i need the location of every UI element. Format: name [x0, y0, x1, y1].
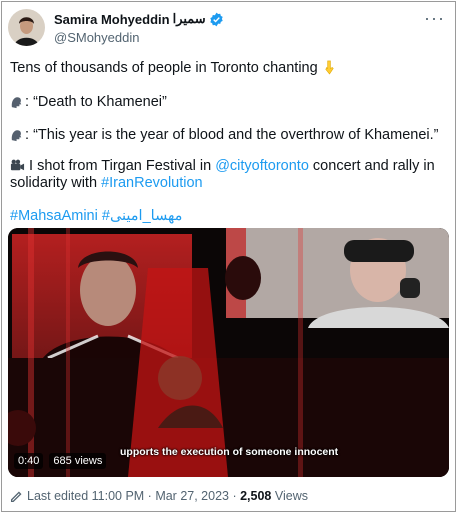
tweet-footer: Last edited 11:00 PM · Mar 27, 2023 · 2,… [10, 489, 308, 503]
tweet-card: Samira Mohyeddin سمیرا @SMohyeddin ··· T… [1, 1, 456, 512]
video-player[interactable]: upports the execution of someone innocen… [8, 228, 449, 477]
speaking-head-emoji-icon [11, 97, 22, 109]
hashtag-link-mahsa-amini-fa[interactable]: #مهسا_امینی [102, 208, 183, 224]
author-name-row[interactable]: Samira Mohyeddin سمیرا [54, 11, 224, 27]
tweet-line-5-text: solidarity with [10, 175, 102, 191]
speaking-head-emoji-icon [11, 130, 22, 142]
hashtag-link-iranrevolution[interactable]: #IranRevolution [101, 175, 203, 191]
tweet-line-2-quote: “Death to Khamenei” [33, 94, 167, 110]
tweet-line-4-suffix: concert and rally in [308, 158, 435, 174]
pointing-down-emoji-icon [325, 60, 334, 75]
avatar[interactable] [8, 9, 45, 46]
tweet-line-3-quote: “This year is the year of blood and the … [33, 127, 439, 143]
mention-link[interactable]: @cityoftoronto [215, 158, 309, 174]
tweet-line-2-prefix: : [25, 94, 34, 110]
tweet-line-3: : “This year is the year of blood and th… [10, 126, 438, 145]
video-view-count: 685 views [49, 453, 107, 469]
tweet-line-1: Tens of thousands of people in Toronto c… [10, 59, 337, 78]
author-handle[interactable]: @SMohyeddin [54, 30, 139, 45]
tweet-line-4-text: I shot from Tirgan Festival in [25, 158, 216, 174]
video-frame-image [8, 228, 449, 477]
video-stats: 0:40 685 views [14, 453, 107, 469]
author-display-name-fa: سمیرا [172, 11, 206, 26]
tweet-line-3-prefix: : [25, 127, 34, 143]
video-caption: upports the execution of someone innocen… [120, 446, 339, 458]
video-duration: 0:40 [14, 453, 44, 469]
tweet-line-2: : “Death to Khamenei” [10, 93, 167, 112]
edited-timestamp-link[interactable]: Last edited 11:00 PM · Mar 27, 2023 · 2,… [27, 489, 308, 503]
tweet-line-5: solidarity with #IranRevolution [10, 174, 203, 193]
views-label: Views [271, 489, 308, 503]
more-options-icon[interactable]: ··· [424, 8, 445, 29]
tweet-line-6: #MahsaAmini #مهسا_امینی [10, 207, 182, 226]
edit-pencil-icon [10, 491, 22, 502]
verified-badge-icon [209, 12, 224, 27]
movie-camera-emoji-icon [10, 159, 25, 171]
author-display-name[interactable]: Samira Mohyeddin [54, 12, 170, 27]
tweet-line-1-text: Tens of thousands of people in Toronto c… [10, 60, 318, 76]
hashtag-link-mahsaamini[interactable]: #MahsaAmini [10, 208, 98, 224]
edited-label: Last edited 11:00 PM · Mar 27, 2023 · [27, 489, 241, 503]
view-count: 2,508 [240, 489, 272, 503]
